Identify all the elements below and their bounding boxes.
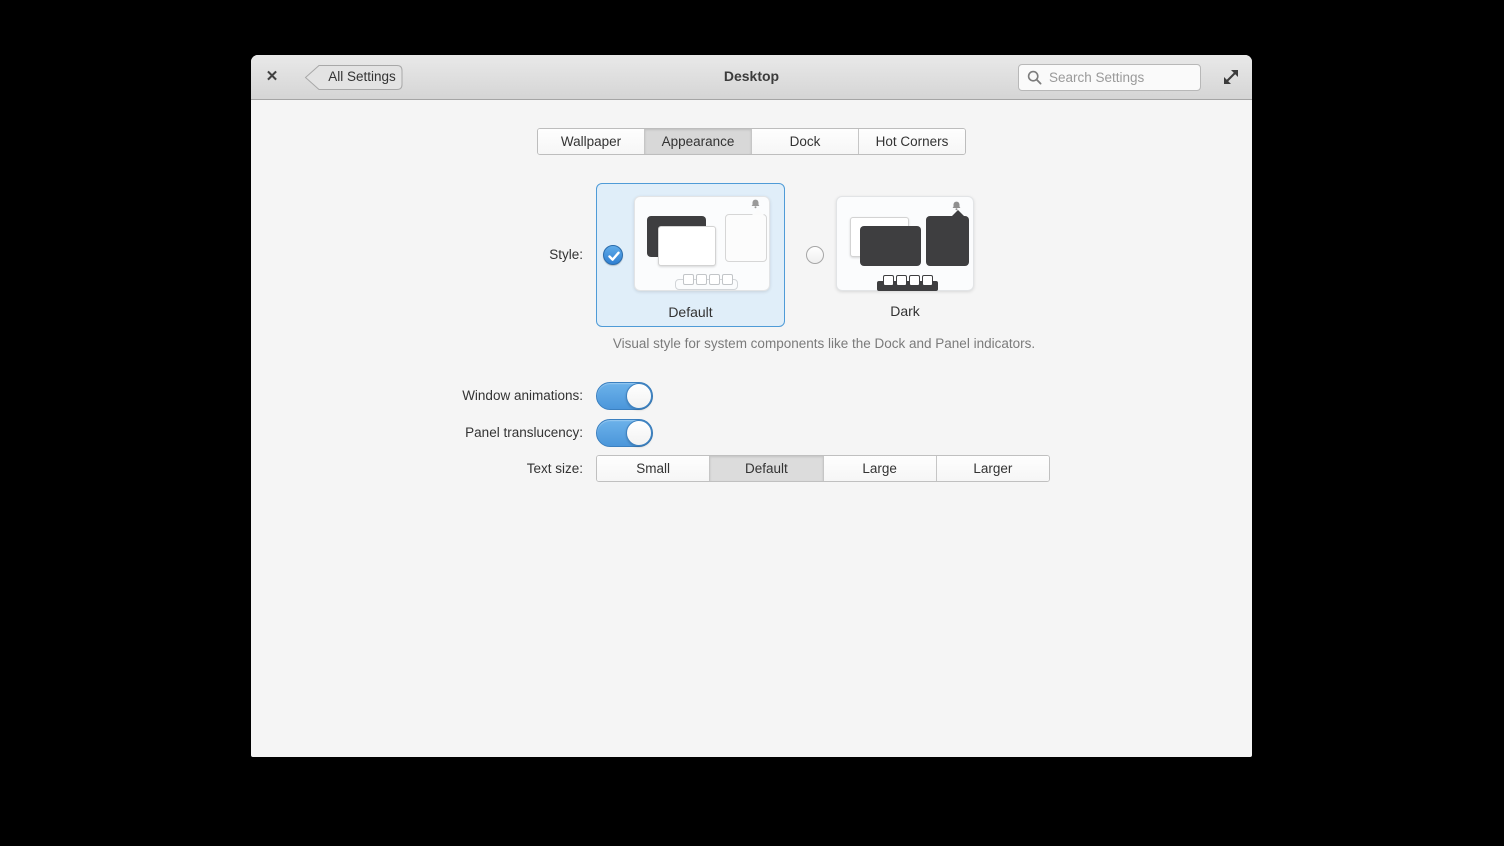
text-size-default[interactable]: Default <box>709 456 822 481</box>
titlebar[interactable]: ✕ All Settings Desktop <box>251 55 1252 100</box>
category-tabbar: Wallpaper Appearance Dock Hot Corners <box>537 128 966 155</box>
panel-translucency-label: Panel translucency: <box>363 425 583 440</box>
desktop-background: ✕ All Settings Desktop <box>0 0 1504 846</box>
text-size-segmented-control: Small Default Large Larger <box>596 455 1050 482</box>
radio-dark-unchecked[interactable] <box>806 246 824 264</box>
toggle-knob <box>626 420 652 446</box>
style-preview-dark[interactable] <box>836 196 974 291</box>
maximize-icon[interactable] <box>1220 66 1242 88</box>
preview-window-front-dark <box>860 226 921 266</box>
tab-dock[interactable]: Dock <box>751 129 858 154</box>
search-input[interactable] <box>1049 70 1192 85</box>
dock-item <box>722 274 733 285</box>
panel-translucency-toggle[interactable] <box>596 419 653 447</box>
bell-icon <box>751 199 760 209</box>
dock-item <box>683 274 694 285</box>
preview-popover-light <box>725 214 767 262</box>
dock-item <box>709 274 720 285</box>
dock-item <box>696 274 707 285</box>
style-label: Style: <box>443 247 583 262</box>
dock-item <box>883 275 894 286</box>
window-animations-label: Window animations: <box>363 388 583 403</box>
tab-hot-corners[interactable]: Hot Corners <box>858 129 965 154</box>
tab-appearance[interactable]: Appearance <box>644 129 751 154</box>
text-size-large[interactable]: Large <box>823 456 936 481</box>
preview-popover-dark <box>926 216 969 266</box>
style-description: Visual style for system components like … <box>596 336 1052 351</box>
search-input-wrapper[interactable] <box>1018 64 1201 91</box>
tab-wallpaper[interactable]: Wallpaper <box>538 129 644 154</box>
toggle-knob <box>626 383 652 409</box>
dock-item <box>909 275 920 286</box>
dock-item <box>896 275 907 286</box>
search-icon <box>1027 70 1042 85</box>
style-preview-default <box>634 196 770 291</box>
check-icon <box>604 246 624 266</box>
style-option-dark-label: Dark <box>836 303 974 319</box>
text-size-small[interactable]: Small <box>597 456 709 481</box>
preview-dock-dark <box>877 281 938 291</box>
preview-dock-light <box>675 279 738 290</box>
window-animations-toggle[interactable] <box>596 382 653 410</box>
radio-default-checked[interactable] <box>603 245 623 265</box>
style-option-default-label: Default <box>597 304 784 320</box>
text-size-larger[interactable]: Larger <box>936 456 1049 481</box>
dock-item <box>922 275 933 286</box>
style-option-default[interactable]: Default <box>596 183 785 327</box>
settings-window: ✕ All Settings Desktop <box>251 55 1252 757</box>
preview-window-front-light <box>658 226 716 266</box>
text-size-label: Text size: <box>363 461 583 476</box>
